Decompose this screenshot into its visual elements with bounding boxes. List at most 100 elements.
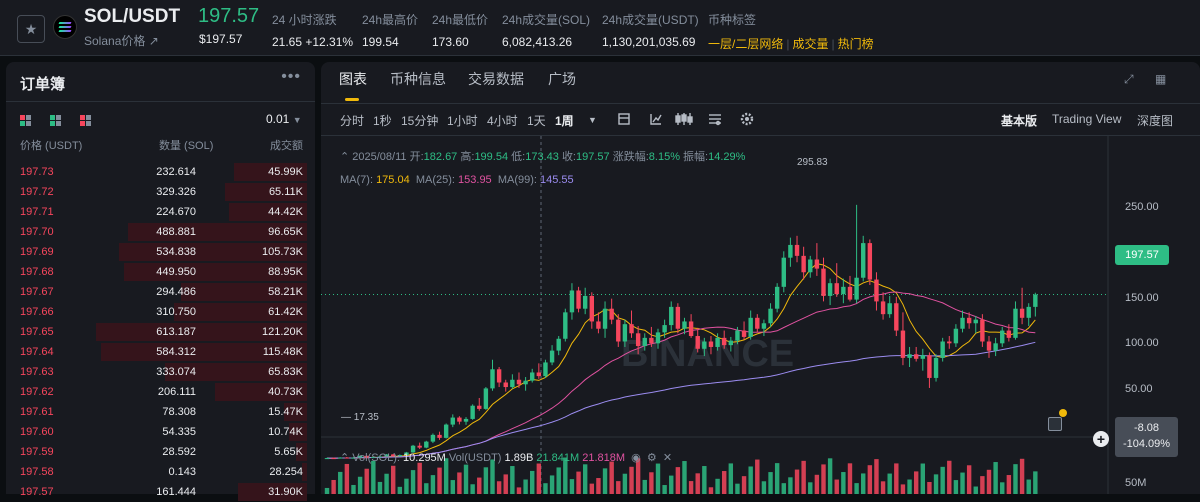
volume-bar	[973, 486, 978, 494]
tab-square[interactable]: 广场	[548, 69, 576, 89]
view-tradingview[interactable]: Trading View	[1052, 112, 1121, 126]
tf-1h[interactable]: 1小时	[447, 112, 478, 129]
tag-volume[interactable]: 成交量	[792, 37, 828, 51]
candle-body	[854, 277, 859, 300]
volume-bar	[556, 467, 561, 494]
drawing-icon[interactable]	[650, 114, 662, 125]
gear-icon[interactable]	[740, 112, 754, 126]
volume-bar	[960, 472, 965, 494]
high-label: 高:	[460, 151, 475, 163]
change-value: 8.15%	[648, 151, 680, 163]
tab-coin-info[interactable]: 币种信息	[390, 69, 446, 89]
tf-15m[interactable]: 15分钟	[401, 112, 438, 129]
ohlc-collapse-icon[interactable]: ⌃	[340, 151, 349, 163]
candle-body	[894, 303, 899, 331]
tf-line[interactable]: 分时	[340, 112, 364, 129]
stat-label: 24h最低价	[432, 13, 489, 27]
ma-readout: MA(7): 175.04 MA(25): 153.95 MA(99): 145…	[340, 174, 574, 186]
orderbook-row[interactable]: 197.66 310.750 61.42K	[6, 302, 315, 322]
more-icon[interactable]: •••	[281, 68, 301, 86]
volume-bar	[450, 480, 455, 494]
volume-bar	[490, 459, 495, 494]
orderbook-row[interactable]: 197.62 206.111 40.73K	[6, 382, 315, 402]
view-bids-icon[interactable]	[50, 115, 61, 126]
candle-body	[880, 301, 886, 315]
gear-icon[interactable]: ⚙	[647, 452, 657, 464]
volume-collapse-icon[interactable]: ⌃	[340, 452, 349, 464]
candle-body	[1000, 330, 1005, 344]
layout-icon[interactable]: ▦	[1155, 72, 1169, 86]
eye-icon[interactable]: ◉	[631, 452, 641, 464]
orderbook-row[interactable]: 197.60 54.335 10.74K	[6, 422, 315, 442]
orderbook-row[interactable]: 197.61 78.308 15.47K	[6, 402, 315, 422]
caret-down-icon[interactable]: ▼	[588, 115, 597, 125]
view-both-icon[interactable]	[20, 115, 31, 126]
orderbook-row[interactable]: 197.72 329.326 65.11K	[6, 182, 315, 202]
favorite-star-icon[interactable]: ★	[17, 15, 45, 43]
row-qty: 232.614	[156, 166, 196, 178]
tf-1s[interactable]: 1秒	[373, 112, 392, 129]
candle-body	[549, 350, 555, 363]
orderbook-row[interactable]: 197.58 0.143 28.254	[6, 462, 315, 482]
volume-bar	[920, 463, 925, 494]
candle-body	[662, 325, 667, 333]
coin-tags: 币种标签 一层/二层网络 | 成交量 | 热门榜	[708, 11, 874, 52]
pair-title[interactable]: SOL/USDT	[84, 6, 180, 28]
row-qty: 584.312	[156, 346, 196, 358]
amplitude-value: 14.29%	[708, 151, 746, 163]
orderbook-row[interactable]: 197.64 584.312 115.48K	[6, 342, 315, 362]
candle-body	[748, 317, 753, 337]
tag-hot[interactable]: 热门榜	[838, 37, 874, 51]
tab-chart[interactable]: 图表	[339, 69, 367, 89]
orderbook-row[interactable]: 197.67 294.486 58.21K	[6, 282, 315, 302]
candle-type-icon[interactable]	[675, 113, 693, 125]
orderbook-row[interactable]: 197.57 161.444 31.90K	[6, 482, 315, 502]
volume-bar	[642, 479, 647, 494]
candle-body	[563, 312, 568, 339]
candle-body	[973, 319, 978, 324]
row-price: 197.58	[20, 466, 54, 478]
add-alert-icon[interactable]: +	[1093, 431, 1109, 447]
volume-bar	[808, 482, 813, 494]
candle-body	[655, 332, 661, 344]
col-price: 价格 (USDT)	[20, 140, 83, 152]
orderbook-row[interactable]: 197.71 224.670 44.42K	[6, 202, 315, 222]
candle-body	[622, 324, 628, 342]
tf-1d[interactable]: 1天	[527, 112, 546, 129]
orderbook-row[interactable]: 197.68 449.950 88.95K	[6, 262, 315, 282]
tf-4h[interactable]: 4小时	[487, 112, 518, 129]
volume-bar	[821, 464, 826, 494]
tab-trading-data[interactable]: 交易数据	[468, 69, 524, 89]
alert-icon[interactable]	[1048, 417, 1062, 431]
orderbook-row[interactable]: 197.69 534.838 105.73K	[6, 242, 315, 262]
tf-1w[interactable]: 1周	[555, 112, 574, 129]
volume-bar	[470, 484, 475, 494]
view-basic[interactable]: 基本版	[1001, 112, 1037, 129]
close-icon[interactable]: ✕	[663, 452, 672, 464]
orderbook-row[interactable]: 197.73 232.614 45.99K	[6, 162, 315, 182]
view-depth[interactable]: 深度图	[1137, 112, 1173, 129]
orderbook-row[interactable]: 197.65 613.187 121.20K	[6, 322, 315, 342]
row-price: 197.65	[20, 326, 54, 338]
precision-select[interactable]: 0.01 ▼	[266, 112, 302, 126]
indicator-icon[interactable]	[618, 113, 630, 125]
view-asks-icon[interactable]	[80, 115, 91, 126]
orderbook-row[interactable]: 197.63 333.074 65.83K	[6, 362, 315, 382]
candlestick-chart[interactable]: BINANCE	[321, 136, 1200, 494]
orderbook-row[interactable]: 197.59 28.592 5.65K	[6, 442, 315, 462]
settings-list-icon[interactable]	[709, 114, 721, 126]
coin-price-link[interactable]: Solana价格 ↗	[84, 32, 159, 49]
volume-bar	[788, 477, 793, 494]
row-qty: 488.881	[156, 226, 196, 238]
volume-bar	[655, 463, 661, 494]
expand-icon[interactable]: ⤢	[1124, 72, 1138, 86]
candle-body	[602, 308, 608, 329]
volume-bar	[933, 474, 939, 494]
candle-body	[669, 306, 674, 326]
orderbook-row[interactable]: 197.70 488.881 96.65K	[6, 222, 315, 242]
volume-bar	[457, 472, 462, 494]
tag-layer[interactable]: 一层/二层网络	[708, 37, 783, 51]
volume-bar	[602, 468, 608, 494]
row-price: 197.73	[20, 166, 54, 178]
candle-body	[821, 268, 826, 296]
